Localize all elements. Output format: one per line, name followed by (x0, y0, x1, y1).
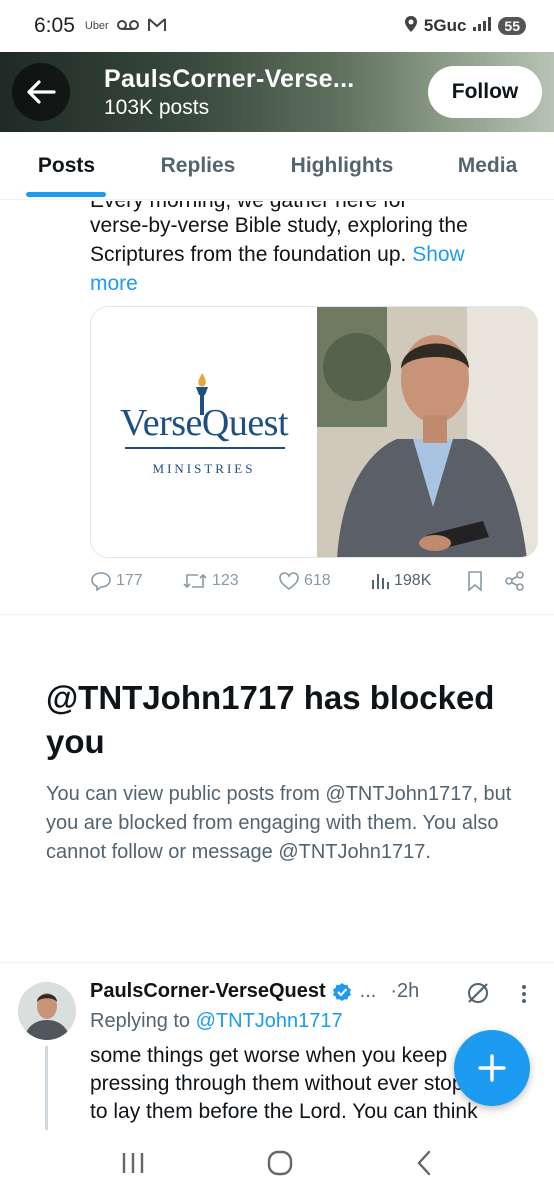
back-button[interactable] (12, 63, 70, 121)
system-nav-bar (0, 1130, 554, 1200)
replying-to: Replying to @TNTJohn1717 (90, 1010, 343, 1033)
tab-replies[interactable]: Replies (133, 132, 263, 199)
signal-icon (472, 16, 492, 37)
recent-apps-icon (122, 1152, 144, 1173)
profile-header: PaulsCorner-Verse... 103K posts Follow (0, 52, 554, 132)
blocked-divider (0, 962, 554, 963)
show-more-link-2[interactable]: more (90, 269, 510, 298)
post-line-2-text: Scriptures from the foundation up. (90, 243, 407, 266)
plus-icon (478, 1054, 506, 1082)
chevron-left-icon (417, 1150, 431, 1175)
thread-line (45, 1046, 48, 1130)
show-more-link[interactable]: Show (412, 243, 465, 266)
tab-media-label: Media (457, 153, 518, 177)
speaker-photo (317, 307, 537, 557)
versequest-logo: VerseQuest MINISTRIES (91, 307, 317, 557)
repost-action[interactable]: 123 (182, 571, 278, 591)
notification-icons: Uber (85, 17, 167, 35)
replying-handle[interactable]: @TNTJohn1717 (196, 1010, 343, 1032)
gmail-icon (147, 17, 167, 35)
profile-tabs: Posts Replies Highlights Media (0, 132, 554, 200)
profile-name: PaulsCorner-Verse... (104, 64, 355, 93)
bookmark-icon (468, 571, 482, 592)
reply-ellipsis: ... (359, 980, 377, 1002)
reply-count: 177 (116, 572, 143, 589)
compose-button[interactable] (454, 1030, 530, 1106)
blocked-title: @TNTJohn1717 has blocked you (46, 679, 495, 760)
reply-icon (91, 572, 111, 591)
post-media[interactable]: VerseQuest MINISTRIES (90, 306, 538, 558)
logo-rule (125, 447, 285, 449)
reply-header: PaulsCorner-VerseQuest ... ·2h (90, 980, 419, 1003)
tab-media[interactable]: Media (421, 132, 554, 199)
avatar[interactable] (18, 982, 76, 1040)
like-action[interactable]: 618 (278, 571, 370, 591)
tab-replies-label: Replies (160, 153, 236, 177)
home-button[interactable] (266, 1149, 294, 1182)
like-count: 618 (304, 572, 331, 589)
voicemail-icon (116, 19, 139, 34)
status-bar: 6:05 Uber 5Guc 55 (0, 0, 554, 52)
reply-action[interactable]: 177 (90, 571, 182, 591)
share-action[interactable] (504, 570, 526, 592)
tab-highlights[interactable]: Highlights (263, 132, 421, 199)
arrow-left-icon (27, 80, 56, 104)
posts-count: 103K posts (104, 95, 210, 119)
avatar-photo (18, 982, 76, 1040)
logo-subtitle: MINISTRIES (152, 461, 256, 476)
post-divider (0, 614, 554, 615)
location-icon (404, 15, 418, 38)
header-titles: PaulsCorner-Verse... 103K posts (104, 65, 428, 120)
recent-apps-button[interactable] (120, 1151, 146, 1180)
status-right: 5Guc 55 (404, 15, 526, 38)
post-text: verse-by-verse Bible study, exploring th… (90, 211, 510, 298)
tab-highlights-label: Highlights (290, 153, 394, 177)
more-options-icon[interactable] (520, 984, 528, 1009)
speaker-photo-illustration (317, 307, 537, 557)
logo-wordmark: VerseQuest (119, 402, 289, 444)
views-count: 198K (394, 572, 432, 589)
views-icon (372, 574, 389, 589)
follow-button[interactable]: Follow (428, 66, 542, 118)
tab-active-indicator (26, 192, 106, 197)
blocked-description: You can view public posts from @TNTJohn1… (46, 783, 512, 863)
grok-icon[interactable] (465, 980, 491, 1011)
home-icon (267, 1150, 293, 1175)
verified-badge-icon (332, 982, 351, 1001)
tab-posts[interactable]: Posts (0, 132, 133, 199)
reply-author-name[interactable]: PaulsCorner-VerseQuest (90, 980, 326, 1003)
battery-indicator: 55 (498, 17, 526, 35)
post-line-1: verse-by-verse Bible study, exploring th… (90, 214, 468, 237)
repost-icon (183, 573, 207, 589)
tab-posts-label: Posts (37, 153, 96, 177)
status-time: 6:05 (34, 14, 75, 37)
heart-icon (279, 572, 299, 590)
reply-text: some things get worse when you keep pres… (90, 1044, 504, 1123)
views-action[interactable]: 198K (370, 572, 466, 590)
share-icon (505, 571, 524, 591)
network-label: 5Guc (423, 16, 467, 35)
replying-prefix: Replying to (90, 1010, 191, 1032)
post-line-2: Scriptures from the foundation up. Show (90, 240, 510, 269)
post-actions: 177 123 618 198K (90, 570, 530, 592)
uber-icon: Uber (84, 20, 109, 32)
system-back-button[interactable] (414, 1149, 434, 1182)
bookmark-action[interactable] (466, 570, 504, 592)
reply-time: ·2h (390, 980, 420, 1002)
repost-count: 123 (212, 572, 239, 589)
